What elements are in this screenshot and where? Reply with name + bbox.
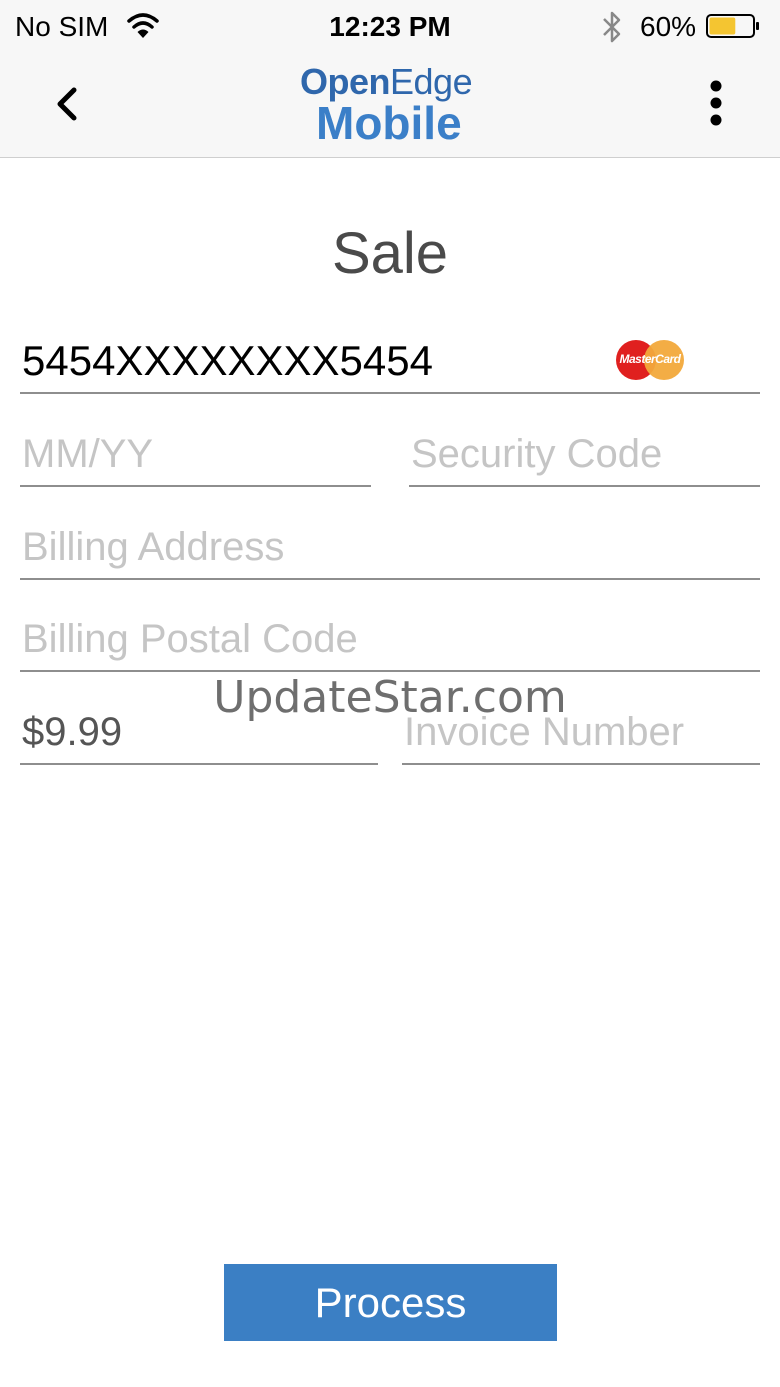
battery-icon <box>706 14 759 38</box>
logo-edge: Edge <box>390 61 473 102</box>
status-bar: No SIM 12:23 PM 60% <box>0 0 780 54</box>
page-title: Sale <box>331 221 449 286</box>
billing-address-input[interactable] <box>20 516 760 580</box>
billing-postal-code-input[interactable] <box>20 608 760 672</box>
invoice-number-input[interactable] <box>402 701 760 765</box>
chevron-left-icon[interactable] <box>50 82 84 126</box>
mastercard-icon: MasterCard <box>616 340 684 380</box>
battery-percent: 60% <box>640 11 697 42</box>
logo-mobile: Mobile <box>316 97 462 149</box>
more-vertical-icon[interactable] <box>698 78 734 128</box>
logo-open: Open <box>300 61 391 102</box>
process-button[interactable]: Process <box>224 1264 557 1341</box>
card-brand-label: MasterCard <box>619 352 681 366</box>
navigation-bar: OpenEdge Mobile <box>0 54 780 158</box>
amount-input[interactable] <box>20 701 378 765</box>
expiry-input[interactable] <box>20 423 371 487</box>
bluetooth-icon <box>603 11 621 43</box>
security-code-input[interactable] <box>409 423 760 487</box>
